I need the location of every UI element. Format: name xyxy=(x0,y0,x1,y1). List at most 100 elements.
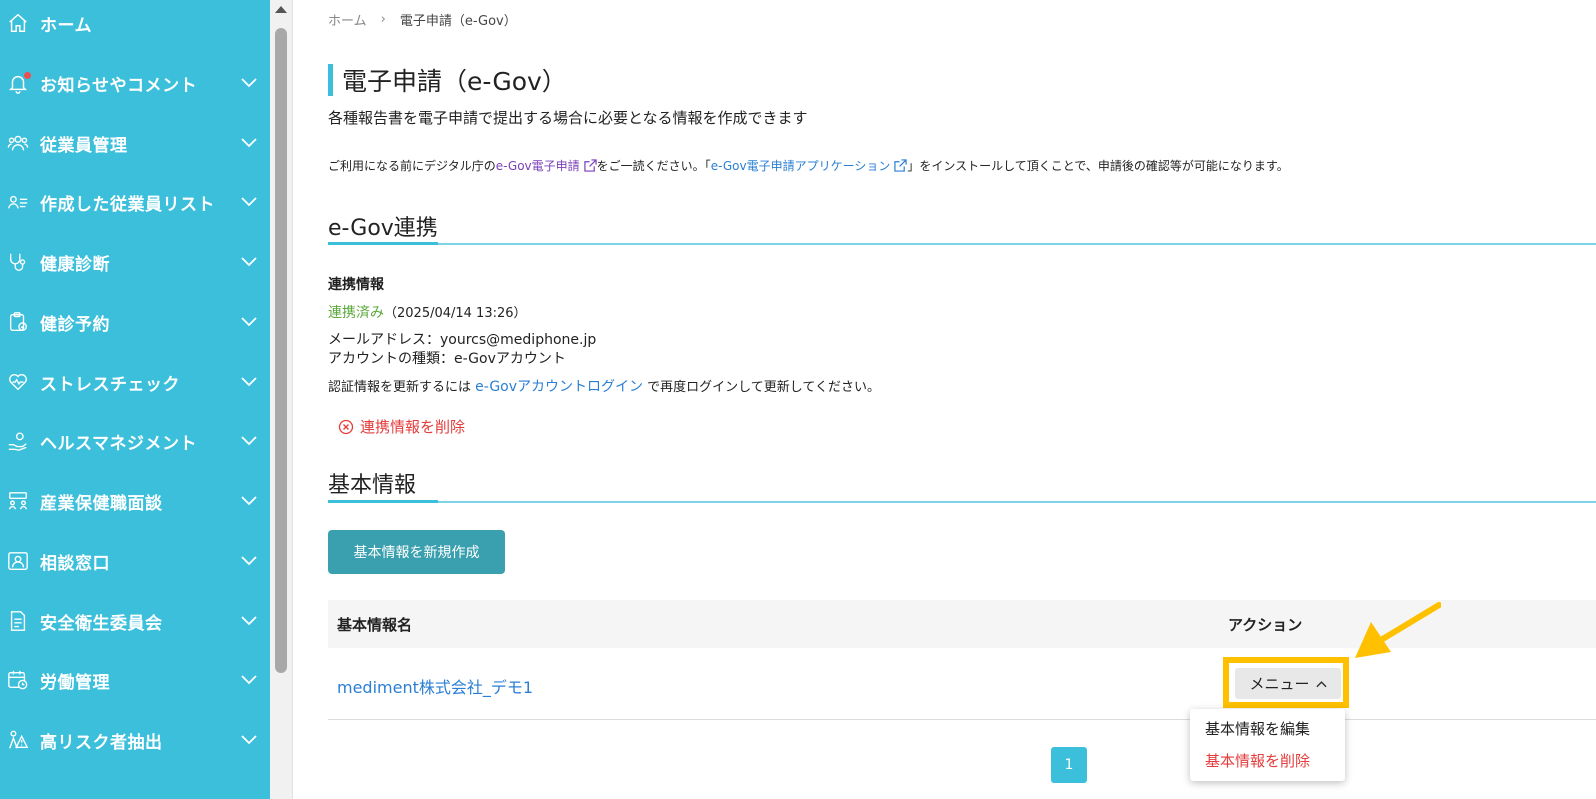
sidebar-item-label: 健診予約 xyxy=(40,314,110,335)
notice-text: ご利用になる前にデジタル庁の xyxy=(328,159,496,173)
sidebar-item-notifications[interactable]: お知らせやコメント xyxy=(0,53,270,113)
basic-section-title: 基本情報 xyxy=(328,473,417,498)
column-header-action: アクション xyxy=(1228,616,1303,634)
link-info-label: 連携情報 xyxy=(328,277,384,293)
external-link-icon xyxy=(894,159,908,172)
external-link-icon xyxy=(583,159,597,172)
sidebar-item-occupational-interview[interactable]: 産業保健職面談 xyxy=(0,471,270,531)
breadcrumb: ホーム › 電子申請（e-Gov） xyxy=(328,10,517,29)
sidebar-item-safety-committee[interactable]: 安全衛生委員会 xyxy=(0,591,270,651)
interview-icon xyxy=(7,490,29,512)
chevron-down-icon xyxy=(241,78,257,88)
sidebar-item-health-management[interactable]: ヘルスマネジメント xyxy=(0,411,270,471)
sidebar-item-label: 従業員管理 xyxy=(40,135,128,156)
chevron-down-icon xyxy=(241,197,257,207)
egov-section-underline xyxy=(328,242,438,245)
sidebar-item-employees[interactable]: 従業員管理 xyxy=(0,113,270,173)
home-icon xyxy=(7,12,29,34)
edit-basic-info-menu-item[interactable]: 基本情報を編集 xyxy=(1205,718,1310,739)
egov-application-link[interactable]: e-Gov電子申請 xyxy=(496,159,580,173)
scroll-up-arrow-icon[interactable] xyxy=(275,6,287,13)
sidebar-item-label: 労働管理 xyxy=(40,672,110,693)
delete-basic-info-menu-item[interactable]: 基本情報を削除 xyxy=(1205,750,1310,771)
sidebar-item-employee-list[interactable]: 作成した従業員リスト xyxy=(0,172,270,232)
notification-dot xyxy=(24,72,31,79)
account-type-text: アカウントの種類：e-Govアカウント xyxy=(328,351,566,367)
clipboard-icon xyxy=(7,311,29,333)
update-text: 認証情報を更新するには xyxy=(328,380,476,395)
sidebar-item-label: 高リスク者抽出 xyxy=(40,732,163,753)
create-basic-info-button[interactable]: 基本情報を新規作成 xyxy=(328,530,505,574)
chevron-up-icon xyxy=(1315,680,1327,687)
users-icon xyxy=(7,132,29,154)
sidebar: ホーム お知らせやコメント 従業員管理 作成した従業員リスト 健康診断 健診予約… xyxy=(0,0,270,799)
sidebar-item-checkup-reservation[interactable]: 健診予約 xyxy=(0,292,270,352)
menu-button[interactable]: メニュー xyxy=(1235,668,1341,699)
sidebar-item-label: ホーム xyxy=(40,15,92,36)
table-row-divider xyxy=(328,719,1596,720)
breadcrumb-current: 電子申請（e-Gov） xyxy=(399,14,517,29)
email-text: メールアドレス：yourcs@mediphone.jp xyxy=(328,332,597,348)
scroll-thumb[interactable] xyxy=(275,28,287,673)
action-dropdown-menu: 基本情報を編集 基本情報を削除 xyxy=(1190,709,1345,781)
sidebar-item-label: 相談窓口 xyxy=(40,553,110,574)
sidebar-item-label: ストレスチェック xyxy=(40,374,180,395)
health-hand-icon xyxy=(7,430,29,452)
chevron-down-icon xyxy=(241,675,257,685)
sidebar-item-high-risk[interactable]: 高リスク者抽出 xyxy=(0,710,270,770)
calendar-clock-icon xyxy=(7,669,29,691)
egov-app-download-link[interactable]: e-Gov電子申請アプリケーション xyxy=(711,159,891,173)
sidebar-item-health-checkup[interactable]: 健康診断 xyxy=(0,232,270,292)
pagination-page-1[interactable]: 1 xyxy=(1051,747,1087,783)
chevron-down-icon xyxy=(241,735,257,745)
breadcrumb-separator: › xyxy=(380,12,386,27)
chevron-down-icon xyxy=(241,616,257,626)
main-content: ホーム › 電子申請（e-Gov） 電子申請（e-Gov） 各種報告書を電子申請… xyxy=(293,0,1596,799)
title-accent-bar xyxy=(328,64,333,96)
annotation-arrow-icon xyxy=(1355,602,1441,658)
consult-icon xyxy=(7,550,29,572)
delete-link-label: 連携情報を削除 xyxy=(360,418,466,436)
chevron-down-icon xyxy=(241,496,257,506)
usage-notice: ご利用になる前にデジタル庁のe-Gov電子申請 をご一読ください。「e-Gov電子… xyxy=(328,157,1289,174)
sidebar-item-label: 健康診断 xyxy=(40,254,110,275)
basic-section-divider xyxy=(328,501,1596,503)
sidebar-item-label: 産業保健職面談 xyxy=(40,493,163,514)
update-text: で再度ログインして更新してください。 xyxy=(643,380,880,395)
breadcrumb-home-link[interactable]: ホーム xyxy=(328,10,367,29)
update-instructions: 認証情報を更新するには e-Govアカウントログイン で再度ログインして更新して… xyxy=(328,376,880,396)
sidebar-item-label: ヘルスマネジメント xyxy=(40,433,197,454)
sidebar-scrollbar[interactable] xyxy=(270,0,293,799)
basic-info-name-link[interactable]: mediment株式会社_デモ1 xyxy=(337,674,533,698)
sidebar-item-home[interactable]: ホーム xyxy=(0,0,270,53)
egov-login-link[interactable]: e-Govアカウントログイン xyxy=(475,379,643,395)
chevron-down-icon xyxy=(241,317,257,327)
delete-link-button[interactable]: 連携情報を削除 xyxy=(338,416,465,437)
sidebar-item-consultation[interactable]: 相談窓口 xyxy=(0,531,270,591)
egov-section-title: e-Gov連携 xyxy=(328,216,438,241)
notice-text: をご一読ください。「 xyxy=(596,159,711,173)
stethoscope-icon xyxy=(7,251,29,273)
bell-icon xyxy=(7,72,31,94)
column-header-name: 基本情報名 xyxy=(337,616,413,634)
egov-section-divider xyxy=(328,243,1596,245)
status-badge: 連携済み xyxy=(328,305,384,321)
document-icon xyxy=(7,610,29,632)
sidebar-item-label: 作成した従業員リスト xyxy=(40,194,215,215)
sidebar-item-stress-check[interactable]: ストレスチェック xyxy=(0,352,270,412)
page-description: 各種報告書を電子申請で提出する場合に必要となる情報を作成できます xyxy=(328,109,808,127)
chevron-down-icon xyxy=(241,377,257,387)
chevron-down-icon xyxy=(241,556,257,566)
chevron-down-icon xyxy=(241,436,257,446)
sidebar-item-label: お知らせやコメント xyxy=(40,75,198,96)
chevron-down-icon xyxy=(241,257,257,267)
sidebar-item-label: 安全衛生委員会 xyxy=(40,613,163,634)
sidebar-item-labor-management[interactable]: 労働管理 xyxy=(0,650,270,710)
close-circle-icon xyxy=(338,419,354,434)
chevron-down-icon xyxy=(241,138,257,148)
status-date: （2025/04/14 13:26） xyxy=(384,306,527,321)
heart-icon xyxy=(7,371,29,393)
basic-section-underline xyxy=(328,500,438,503)
link-status: 連携済み（2025/04/14 13:26） xyxy=(328,302,527,322)
page-title: 電子申請（e-Gov） xyxy=(342,67,567,96)
